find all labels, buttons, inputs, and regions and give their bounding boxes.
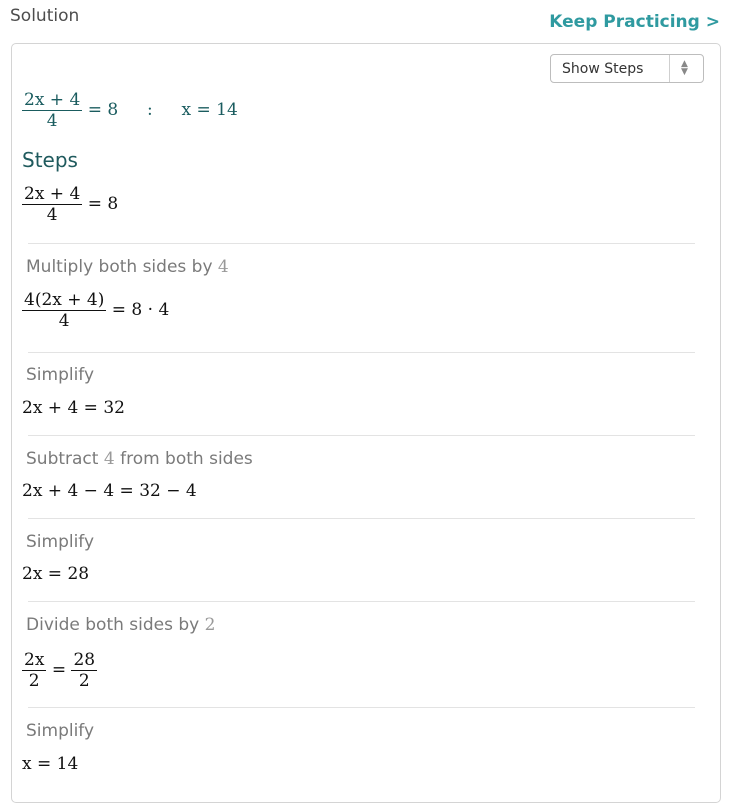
answer-equation: 2x + 4 4 = 8 : x = 14 <box>22 90 238 131</box>
step-multiply-rhs: = 8 · 4 <box>111 300 170 320</box>
step-divide-label-number: 2 <box>204 615 216 635</box>
step-divider <box>28 435 695 436</box>
step-divide-lhs-numerator: 2x <box>22 650 47 671</box>
step-divide-rhs-denominator: 2 <box>78 671 90 691</box>
answer-colon: : <box>146 100 153 120</box>
step-subtract-label-post: from both sides <box>120 449 253 469</box>
step-divider <box>28 518 695 519</box>
step-divide-rhs-fraction: 28 2 <box>71 650 98 691</box>
step-original-equation: 2x + 4 4 = 8 <box>22 184 118 225</box>
step-divide-eq-sign: = <box>51 660 67 680</box>
step-simplify-label: Simplify <box>26 365 95 385</box>
step-subtract-equation: 2x + 4 − 4 = 32 − 4 <box>22 481 197 501</box>
show-steps-select-value: Show Steps <box>562 61 644 77</box>
updown-chevron-icon: ▲ ▼ <box>681 59 688 77</box>
step-divider <box>28 243 695 244</box>
step-divider <box>28 352 695 353</box>
answer-denominator: 4 <box>46 111 58 131</box>
step-divide-rhs-numerator: 28 <box>71 650 98 671</box>
step-multiply-label: Multiply both sides by 4 <box>26 257 229 277</box>
step-multiply-label-number: 4 <box>217 257 229 277</box>
step-subtract-label: Subtract 4 from both sides <box>26 449 253 469</box>
answer-solution: x = 14 <box>181 100 238 120</box>
step-divide-lhs-fraction: 2x 2 <box>22 650 47 691</box>
step-subtract-label-number: 4 <box>103 449 115 469</box>
step-divider <box>28 707 695 708</box>
step-divide-label: Divide both sides by 2 <box>26 615 215 635</box>
step-divider <box>28 601 695 602</box>
step-subtract-label-pre: Subtract <box>26 449 99 469</box>
step-simplify-label: Simplify <box>26 721 95 741</box>
step-original-denominator: 4 <box>46 205 58 225</box>
step-multiply-fraction: 4(2x + 4) 4 <box>22 290 107 331</box>
steps-heading: Steps <box>22 148 78 172</box>
step-multiply-label-text: Multiply both sides by <box>26 257 213 277</box>
step-original-rhs: = 8 <box>87 194 119 214</box>
step-simplify-equation: 2x = 28 <box>22 564 90 584</box>
step-simplify-equation: 2x + 4 = 32 <box>22 398 125 418</box>
step-multiply-denominator: 4 <box>58 311 70 331</box>
step-divide-label-text: Divide both sides by <box>26 615 200 635</box>
answer-fraction: 2x + 4 4 <box>22 90 83 131</box>
keep-practicing-link[interactable]: Keep Practicing > <box>549 12 720 32</box>
answer-rhs: = 8 <box>87 100 119 120</box>
answer-numerator: 2x + 4 <box>22 90 83 111</box>
step-multiply-numerator: 4(2x + 4) <box>22 290 107 311</box>
step-original-numerator: 2x + 4 <box>22 184 83 205</box>
step-original-fraction: 2x + 4 4 <box>22 184 83 225</box>
step-simplify-label: Simplify <box>26 532 95 552</box>
select-divider <box>669 55 670 82</box>
step-divide-lhs-denominator: 2 <box>28 671 40 691</box>
show-steps-select[interactable]: Show Steps ▲ ▼ <box>550 54 704 83</box>
step-final-equation: x = 14 <box>22 754 79 774</box>
step-divide-equation: 2x 2 = 28 2 <box>22 650 98 691</box>
page-title: Solution <box>10 6 80 26</box>
step-multiply-equation: 4(2x + 4) 4 = 8 · 4 <box>22 290 169 331</box>
solution-card <box>11 43 721 803</box>
